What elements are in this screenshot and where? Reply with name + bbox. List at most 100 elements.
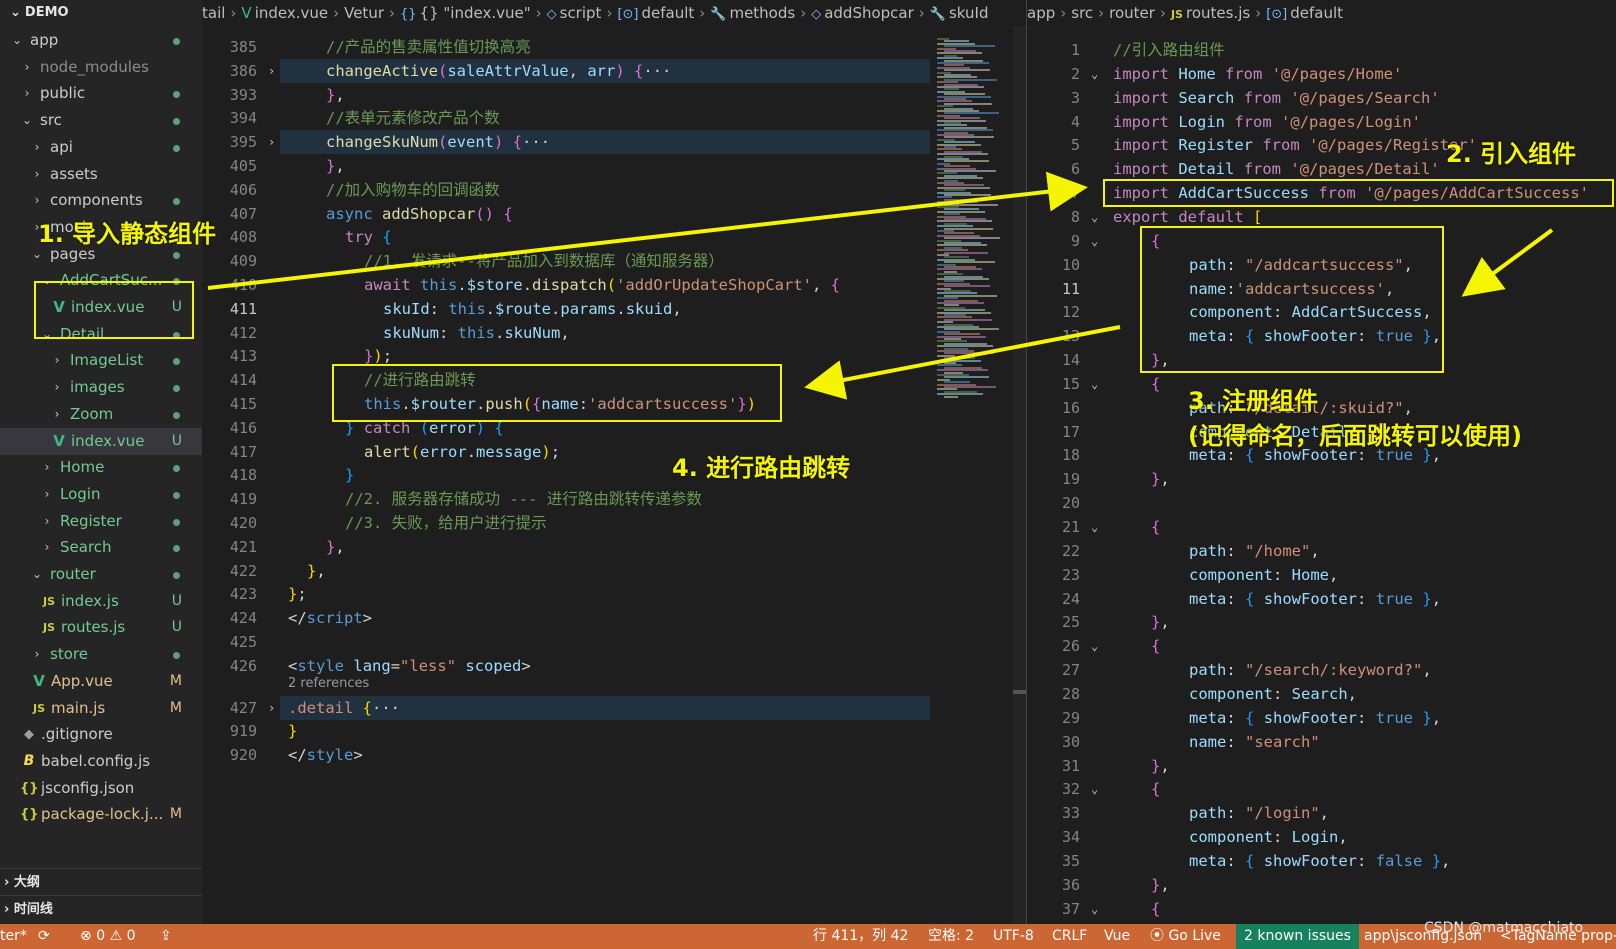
chevron-right-icon[interactable]: › — [268, 696, 275, 720]
live-share-icon[interactable]: ⇪ — [160, 924, 172, 949]
chevron-down-icon[interactable]: ⌄ — [1091, 897, 1098, 921]
breadcrumb-item[interactable]: index.vue — [255, 4, 328, 22]
code-line[interactable]: component: Search, — [1189, 682, 1357, 706]
chevron-down-icon[interactable]: ⌄ — [1091, 205, 1098, 229]
code-line[interactable]: await this.$store.dispatch('addOrUpdateS… — [364, 273, 840, 297]
breadcrumb-item[interactable]: skuId — [949, 4, 989, 22]
code-line[interactable]: import Home from '@/pages/Home' — [1113, 62, 1402, 86]
breadcrumb-item[interactable]: script — [560, 4, 602, 22]
code-line[interactable]: import Detail from '@/pages/Detail' — [1113, 157, 1440, 181]
tree-item[interactable]: JS index.js U — [0, 588, 202, 615]
chevron-right-icon[interactable]: › — [268, 59, 275, 83]
code-line[interactable]: //加入购物车的回调函数 — [326, 178, 500, 202]
code-line[interactable]: }, — [1151, 754, 1170, 778]
known-issues[interactable]: 2 known issues — [1236, 924, 1359, 949]
code-line[interactable]: path: "/login", — [1189, 801, 1329, 825]
code-line[interactable]: component: Home, — [1189, 563, 1338, 587]
scrollbar-thumb[interactable] — [1013, 690, 1026, 694]
tree-item[interactable]: › components — [0, 187, 202, 214]
git-branch[interactable]: ter* — [0, 924, 27, 949]
code-line[interactable]: }, — [307, 559, 326, 583]
code-line[interactable]: name: "search" — [1189, 730, 1320, 754]
code-line[interactable]: } — [288, 719, 297, 743]
code-line[interactable]: }, — [1151, 467, 1170, 491]
scrollbar[interactable] — [1013, 26, 1026, 924]
chevron-right-icon[interactable]: › — [268, 130, 275, 154]
code-line[interactable]: .detail {··· — [288, 696, 400, 720]
code-line[interactable]: //3. 失败，给用户进行提示 — [345, 511, 547, 535]
breadcrumb-item[interactable]: src — [1071, 4, 1093, 22]
go-live-button[interactable]: ⦿ Go Live — [1150, 924, 1221, 949]
tree-item[interactable]: › images — [0, 374, 202, 401]
tree-item[interactable]: › Register — [0, 508, 202, 535]
chevron-down-icon[interactable]: ⌄ — [1091, 62, 1098, 86]
code-line[interactable]: path: "/search/:keyword?", — [1189, 658, 1432, 682]
end-of-line[interactable]: CRLF — [1052, 924, 1087, 949]
code-line[interactable]: skuNum: this.skuNum, — [383, 321, 570, 345]
outline-section[interactable]: › 大纲 — [0, 868, 202, 895]
timeline-section[interactable]: › 时间线 — [0, 895, 202, 922]
code-line[interactable]: { — [1151, 634, 1160, 658]
breadcrumb-item[interactable]: app — [1027, 4, 1055, 22]
code-line[interactable]: //表单元素修改产品个数 — [326, 106, 500, 130]
tree-item[interactable]: JS main.js M — [0, 695, 202, 722]
tree-item[interactable]: › store — [0, 641, 202, 668]
code-line[interactable]: }, — [1151, 873, 1170, 897]
tree-item[interactable]: › public — [0, 80, 202, 107]
code-line[interactable]: }, — [326, 83, 345, 107]
code-line[interactable]: changeSkuNum(event) {··· — [326, 130, 550, 154]
editor-left[interactable]: tail › Vindex.vue › Vetur ›{}{} "index.vue" › ◇… — [202, 0, 1024, 924]
code-line[interactable]: import Login from '@/pages/Login' — [1113, 110, 1421, 134]
tree-item[interactable]: ⌄ src — [0, 107, 202, 134]
code-line[interactable]: //产品的售卖属性值切换高亮 — [326, 35, 531, 59]
code-line[interactable]: alert(error.message); — [364, 440, 560, 464]
tree-item[interactable]: ⌄ router — [0, 561, 202, 588]
chevron-down-icon[interactable]: ⌄ — [1091, 777, 1098, 801]
tree-item[interactable]: › Zoom — [0, 401, 202, 428]
code-line[interactable]: //引入路由组件 — [1113, 38, 1225, 62]
encoding[interactable]: UTF-8 — [993, 924, 1034, 949]
tree-item[interactable]: › node_modules — [0, 54, 202, 81]
code-line[interactable]: { — [1151, 897, 1160, 921]
tree-item[interactable]: ◆ .gitignore — [0, 721, 202, 748]
code-line[interactable]: component: Login, — [1189, 825, 1348, 849]
code-line[interactable]: }; — [288, 582, 307, 606]
tree-item[interactable]: {} package-lock.j... M — [0, 801, 202, 828]
minimap[interactable] — [937, 38, 1007, 398]
tree-item[interactable]: V App.vue M — [0, 668, 202, 695]
chevron-down-icon[interactable]: ⌄ — [1091, 634, 1098, 658]
problems-indicator[interactable]: ⊗ 0 ⚠ 0 — [80, 924, 136, 949]
breadcrumb-item[interactable]: tail — [202, 4, 225, 22]
code-line[interactable]: try { — [345, 225, 392, 249]
code-line[interactable]: meta: { showFooter: true }, — [1189, 706, 1441, 730]
indentation[interactable]: 空格: 2 — [928, 924, 974, 949]
tree-item[interactable]: ⌄ app — [0, 27, 202, 54]
tree-item[interactable]: › assets — [0, 161, 202, 188]
code-line[interactable]: }, — [1151, 610, 1170, 634]
breadcrumb-item[interactable]: methods — [729, 4, 795, 22]
code-line[interactable]: </style> — [288, 743, 363, 767]
tree-item[interactable]: Vindex.vue U — [0, 427, 202, 455]
breadcrumb-item[interactable]: routes.js — [1186, 4, 1250, 22]
code-line[interactable]: import Search from '@/pages/Search' — [1113, 86, 1440, 110]
code-line[interactable]: } — [345, 463, 354, 487]
explorer-root[interactable]: ⌄ DEMO — [0, 0, 202, 26]
tree-item[interactable]: › Home — [0, 454, 202, 481]
code-line[interactable]: </script> — [288, 606, 372, 630]
tree-item[interactable]: › ImageList — [0, 347, 202, 374]
tree-item[interactable]: JS routes.js U — [0, 614, 202, 641]
tree-item[interactable]: › Login — [0, 481, 202, 508]
breadcrumb-item[interactable]: router — [1109, 4, 1155, 22]
chevron-down-icon[interactable]: ⌄ — [1091, 229, 1098, 253]
code-line[interactable]: { — [1151, 372, 1160, 396]
tree-item[interactable]: {} jsconfig.json — [0, 775, 202, 802]
code-line[interactable]: meta: { showFooter: false }, — [1189, 849, 1450, 873]
code-line[interactable]: skuId: this.$route.params.skuid, — [383, 297, 682, 321]
codelens-references[interactable]: 2 references — [288, 676, 369, 691]
tree-item[interactable]: › Search — [0, 534, 202, 561]
chevron-down-icon[interactable]: ⌄ — [1091, 372, 1098, 396]
breadcrumb-item[interactable]: {} "index.vue" — [420, 4, 531, 22]
code-line[interactable]: <style lang="less" scoped> — [288, 654, 531, 678]
breadcrumb-item[interactable]: default — [641, 4, 694, 22]
chevron-down-icon[interactable]: ⌄ — [1091, 515, 1098, 539]
